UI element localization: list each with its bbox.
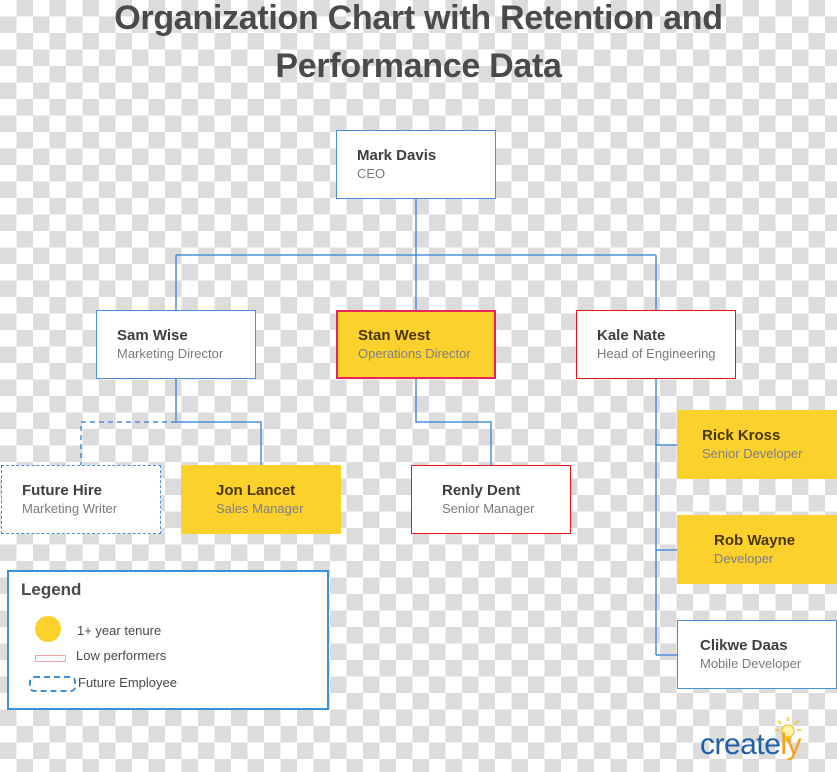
node-role: Senior Manager: [442, 501, 535, 516]
node-rob-wayne[interactable]: Rob Wayne Developer: [677, 515, 837, 584]
node-kale-nate[interactable]: Kale Nate Head of Engineering: [576, 310, 736, 379]
node-role: Senior Developer: [702, 446, 803, 461]
node-name: Mark Davis: [357, 147, 437, 164]
node-name: Kale Nate: [597, 327, 666, 344]
node-name: Rob Wayne: [714, 532, 796, 549]
node-name: Jon Lancet: [216, 482, 296, 499]
legend-title: Legend: [21, 580, 82, 599]
yellow-circle-icon: [35, 616, 61, 642]
node-name: Clikwe Daas: [700, 637, 788, 654]
red-outline-rect-icon: [35, 655, 66, 662]
node-renly-dent[interactable]: Renly Dent Senior Manager: [411, 465, 571, 534]
node-role: Marketing Director: [117, 346, 224, 361]
legend: Legend 1+ year tenure Low performers Fut…: [7, 570, 329, 710]
node-role: Mobile Developer: [700, 656, 802, 671]
connector-stan-renly: [415, 378, 492, 465]
legend-label: Future Employee: [78, 675, 177, 690]
node-name: Future Hire: [22, 482, 103, 499]
node-role: Sales Manager: [216, 501, 304, 516]
creately-logo: creately: [700, 728, 802, 762]
node-name: Sam Wise: [117, 327, 188, 344]
brand-part-1: create: [700, 728, 781, 761]
node-name: Stan West: [358, 327, 431, 344]
connector-sam-down: [175, 378, 262, 465]
node-ceo[interactable]: Mark Davis CEO: [336, 130, 496, 199]
connector-to-future-hire: [80, 421, 176, 465]
node-rick-kross[interactable]: Rick Kross Senior Developer: [677, 410, 837, 479]
node-stan-west[interactable]: Stan West Operations Director: [336, 310, 496, 379]
node-sam-wise[interactable]: Sam Wise Marketing Director: [96, 310, 256, 379]
legend-label: Low performers: [76, 648, 167, 663]
node-role: Developer: [714, 551, 774, 566]
node-name: Renly Dent: [442, 482, 521, 499]
node-role: Marketing Writer: [22, 501, 118, 516]
blue-dashed-rect-icon: [29, 676, 76, 692]
node-clikwe-daas[interactable]: Clikwe Daas Mobile Developer: [677, 620, 837, 689]
node-future-hire[interactable]: Future Hire Marketing Writer: [1, 465, 161, 534]
node-role: Operations Director: [358, 346, 471, 361]
node-name: Rick Kross: [702, 427, 781, 444]
brand-part-2: ly: [780, 728, 802, 761]
node-jon-lancet[interactable]: Jon Lancet Sales Manager: [181, 465, 341, 534]
legend-label: 1+ year tenure: [77, 623, 162, 638]
node-role: Head of Engineering: [597, 346, 716, 361]
node-role: CEO: [357, 166, 386, 181]
